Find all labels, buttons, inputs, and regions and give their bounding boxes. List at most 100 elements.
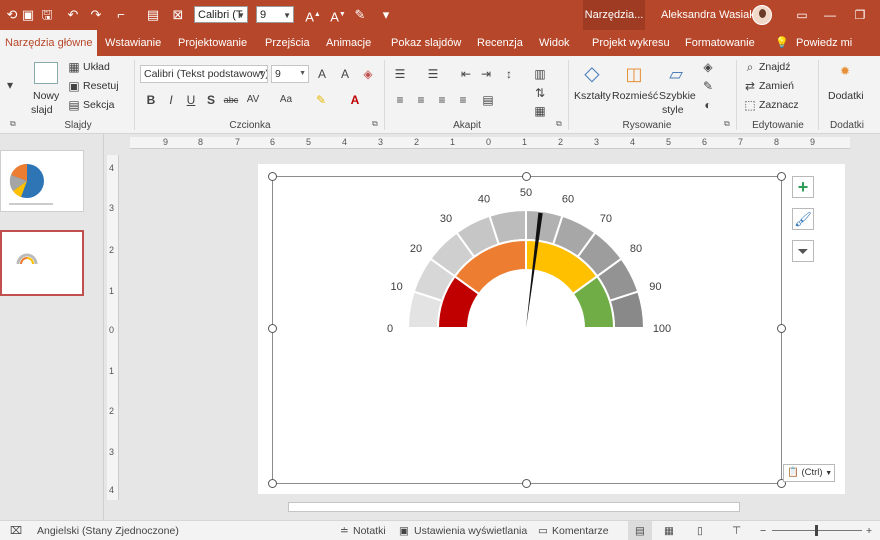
shape-outline-icon[interactable]: ✎ xyxy=(700,79,716,93)
comments-button[interactable]: Komentarze xyxy=(552,521,609,540)
tab-design[interactable]: Projektowanie xyxy=(178,30,247,56)
reading-view-icon[interactable]: ▯ xyxy=(697,521,703,540)
bullets-icon[interactable]: ☰ xyxy=(392,67,408,81)
tab-animations[interactable]: Animacje xyxy=(326,30,371,56)
resize-handle[interactable] xyxy=(522,172,531,181)
tab-insert[interactable]: Wstawianie xyxy=(105,30,161,56)
increase-indent-icon[interactable]: ⇥ xyxy=(478,67,494,81)
section-icon[interactable]: ▤ xyxy=(66,98,82,112)
align-right-icon[interactable]: ≡ xyxy=(434,93,450,107)
line-spacing-icon[interactable]: ↕ xyxy=(501,67,517,81)
shape-effects-icon[interactable]: ◐ xyxy=(700,98,716,112)
notes-button[interactable]: Notatki xyxy=(353,521,386,540)
select-icon[interactable]: ⬚ xyxy=(742,98,758,112)
shapes-icon[interactable]: ◇ xyxy=(580,62,604,86)
undo-icon[interactable]: ↶ xyxy=(65,7,81,23)
language-status[interactable]: Angielski (Stany Zjednoczone) xyxy=(37,521,179,540)
text-direction-icon[interactable]: ⇅ xyxy=(532,86,548,100)
tab-view[interactable]: Widok xyxy=(539,30,570,56)
layout-button[interactable]: Układ xyxy=(83,61,110,73)
select-button[interactable]: Zaznacz xyxy=(759,99,799,111)
format-painter-icon[interactable]: ⌐ xyxy=(113,7,129,23)
chart-filter-funnel-icon[interactable]: ⏷ xyxy=(792,240,814,262)
replace-button[interactable]: Zamień xyxy=(759,80,794,92)
tab-chart-design[interactable]: Projekt wykresu xyxy=(592,30,670,56)
quick-styles-button-2[interactable]: style xyxy=(662,104,684,116)
font-launcher-icon[interactable]: ⧉ xyxy=(372,119,378,129)
smartart-icon[interactable]: ▦ xyxy=(532,104,548,118)
quick-styles-icon[interactable]: ▱ xyxy=(664,62,688,86)
chart-elements-plus-icon[interactable]: + xyxy=(792,176,814,198)
shrink-font-icon[interactable]: A xyxy=(337,67,353,81)
present-icon[interactable]: ▤ xyxy=(145,7,161,23)
font-size-combo[interactable]: 9 ▼ xyxy=(271,65,309,83)
qat-font-size-combo[interactable]: 9 ▼ xyxy=(256,6,294,23)
user-name[interactable]: Aleksandra Wasiak xyxy=(661,0,755,30)
find-icon[interactable]: ⌕ xyxy=(742,60,758,74)
reset-button[interactable]: Resetuj xyxy=(83,80,119,92)
underline-icon[interactable]: U xyxy=(183,93,199,107)
eyedropper-icon[interactable]: ✎ xyxy=(352,7,368,23)
italic-icon[interactable]: I xyxy=(163,93,179,107)
new-slide-icon[interactable] xyxy=(34,62,58,84)
tab-format[interactable]: Formatowanie xyxy=(685,30,755,56)
shapes-button[interactable]: Kształty xyxy=(574,90,611,102)
justify-icon[interactable]: ≡ xyxy=(455,93,471,107)
addins-icon[interactable]: ✹ xyxy=(837,64,853,78)
bold-icon[interactable]: B xyxy=(143,93,159,107)
resize-handle[interactable] xyxy=(777,324,786,333)
draw-table-icon[interactable]: ⊠ xyxy=(170,7,186,23)
slide-thumbnail-1[interactable] xyxy=(0,150,84,212)
resize-handle[interactable] xyxy=(268,324,277,333)
strikethrough-icon[interactable]: abc xyxy=(223,93,239,107)
font-name-combo[interactable]: Calibri (Tekst podstawowy) ▼ xyxy=(140,65,268,83)
display-settings-button[interactable]: Ustawienia wyświetlania xyxy=(414,521,527,540)
horizontal-scrollbar[interactable] xyxy=(288,502,740,512)
chart-styles-brush-icon[interactable]: 🖌 xyxy=(792,208,814,230)
layout-icon[interactable]: ▦ xyxy=(66,60,82,74)
slideshow-icon[interactable]: ▣ xyxy=(20,7,36,23)
autosave-icon[interactable]: ⟲ xyxy=(4,7,20,23)
numbering-icon[interactable]: ☰ xyxy=(425,67,441,81)
redo-icon[interactable]: ↷ xyxy=(88,7,104,23)
save-icon[interactable]: 🖫 xyxy=(39,7,55,23)
increase-font-icon[interactable]: A▲ xyxy=(305,7,321,24)
zoom-out-icon[interactable]: − xyxy=(760,521,766,540)
tab-slideshow[interactable]: Pokaz slajdów xyxy=(391,30,461,56)
new-slide-button-label-2[interactable]: slajd xyxy=(31,104,53,116)
align-left-icon[interactable]: ≡ xyxy=(392,93,408,107)
drawing-launcher-icon[interactable]: ⧉ xyxy=(724,119,730,129)
paste-options-button[interactable]: 📋 (Ctrl) ▼ xyxy=(783,464,835,482)
distributed-icon[interactable]: ▤ xyxy=(480,93,496,107)
addins-button[interactable]: Dodatki xyxy=(828,90,864,102)
resize-handle[interactable] xyxy=(268,479,277,488)
tell-me-search[interactable]: Powiedz mi xyxy=(796,30,852,56)
ribbon-display-icon[interactable]: ▭ xyxy=(787,0,817,30)
resize-handle[interactable] xyxy=(777,172,786,181)
resize-handle[interactable] xyxy=(268,172,277,181)
normal-view-icon[interactable]: ▤ xyxy=(628,521,652,540)
resize-handle[interactable] xyxy=(522,479,531,488)
tab-review[interactable]: Recenzja xyxy=(477,30,523,56)
tab-transitions[interactable]: Przejścia xyxy=(265,30,310,56)
qat-font-name-combo[interactable]: Calibri (T ▼ xyxy=(194,6,248,23)
find-button[interactable]: Znajdź xyxy=(759,61,791,73)
clipboard-launcher-icon[interactable]: ⧉ xyxy=(10,119,16,129)
arrange-button[interactable]: Rozmieść xyxy=(612,90,658,102)
qat-dropdown-icon[interactable]: ▾ xyxy=(378,7,394,23)
clear-formatting-icon[interactable]: ◈ xyxy=(360,67,376,81)
arrange-icon[interactable]: ◫ xyxy=(622,62,646,86)
spellcheck-icon[interactable]: ⌧ xyxy=(10,521,22,540)
grow-font-icon[interactable]: A xyxy=(314,67,330,81)
maximize-icon[interactable]: ❐ xyxy=(845,0,875,30)
paste-dropdown-icon[interactable]: ▾ xyxy=(2,78,18,92)
align-center-icon[interactable]: ≡ xyxy=(413,93,429,107)
gauge-chart[interactable]: 0 10 20 30 40 50 60 70 80 90 100 xyxy=(272,176,782,484)
replace-icon[interactable]: ⇄ xyxy=(742,79,758,93)
tab-home[interactable]: Narzędzia główne xyxy=(0,30,98,56)
minimize-icon[interactable]: — xyxy=(815,0,845,30)
decrease-font-icon[interactable]: A▼ xyxy=(330,7,346,24)
new-slide-button-label-1[interactable]: Nowy xyxy=(33,90,59,102)
avatar[interactable] xyxy=(752,5,772,25)
columns-icon[interactable]: ▥ xyxy=(532,67,548,81)
